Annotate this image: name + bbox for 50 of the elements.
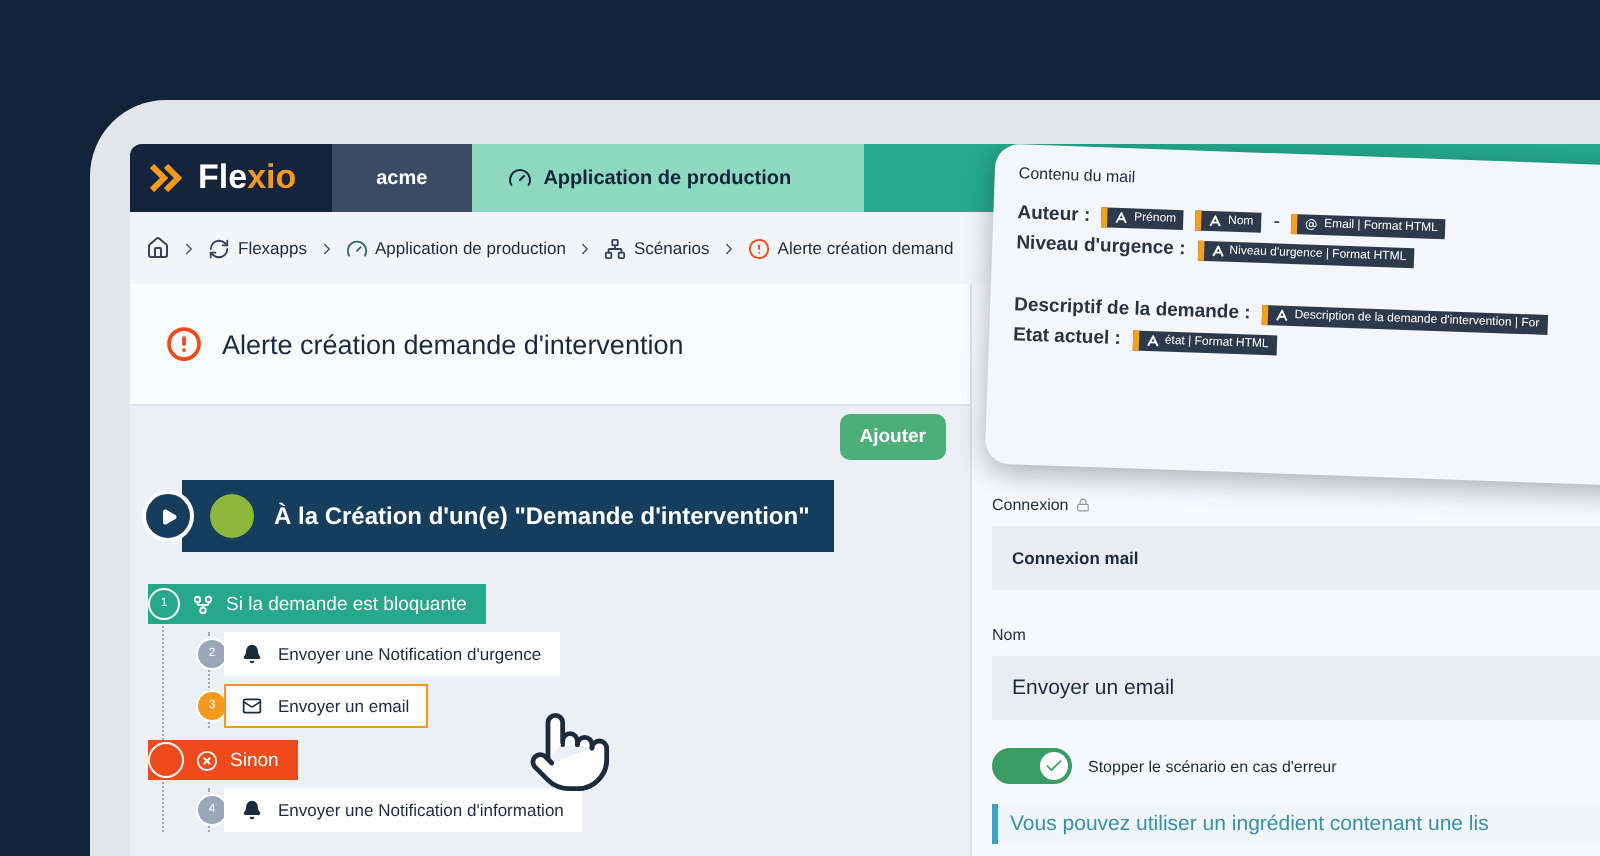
chevron-icon <box>180 239 198 257</box>
check-icon <box>1044 756 1064 776</box>
bell-icon <box>242 800 262 820</box>
toggle-switch[interactable] <box>992 748 1072 784</box>
action-card[interactable]: Envoyer un email <box>224 684 428 728</box>
alert-icon <box>166 326 202 362</box>
page-title: Alerte création demande d'intervention <box>222 329 684 359</box>
gauge-icon <box>345 237 367 259</box>
at-icon <box>1305 217 1319 230</box>
info-note: Vous pouvez utiliser un ingrédient contenant une lis <box>992 804 1600 844</box>
breadcrumb-link[interactable]: Alerte création demand <box>747 237 954 259</box>
play-icon[interactable] <box>142 490 194 542</box>
status-dot <box>210 494 254 538</box>
card-title: Contenu du mail <box>1018 164 1138 191</box>
app-tab[interactable]: Application de production <box>471 144 864 212</box>
breadcrumb-link[interactable]: Scénarios <box>603 237 710 259</box>
line-label: Auteur : <box>1017 202 1091 227</box>
alert-icon <box>747 237 770 259</box>
text-type-icon <box>1146 333 1159 347</box>
dash: - <box>1273 211 1281 234</box>
connection-field[interactable]: Connexion mail <box>992 526 1600 590</box>
mail-icon <box>242 696 262 716</box>
logo: Flexio <box>130 144 333 212</box>
line-label: Etat actuel : <box>1012 324 1122 350</box>
name-field[interactable]: Envoyer un email <box>992 656 1600 720</box>
step-dot <box>148 742 184 778</box>
action-card[interactable]: Envoyer une Notification d'urgence <box>224 632 560 676</box>
text-type-icon <box>1209 214 1223 227</box>
toggle-label: Stopper le scénario en cas d'erreur <box>1088 757 1337 775</box>
text-type-icon <box>1276 308 1289 321</box>
action-card[interactable]: Envoyer une Notification d'information <box>224 788 582 832</box>
text-type-icon <box>1211 244 1224 257</box>
field-label: Connexion <box>992 496 1600 514</box>
breadcrumb-link[interactable]: Application de production <box>345 237 566 259</box>
text-type-icon <box>1115 210 1129 224</box>
line-label: Descriptif de la demande : <box>1013 294 1251 325</box>
gauge-icon <box>507 166 532 190</box>
org-tab[interactable]: acme <box>332 144 472 212</box>
line-label: Niveau d'urgence : <box>1015 232 1186 261</box>
refresh-icon <box>208 237 230 259</box>
breadcrumb-link[interactable]: Flexapps <box>208 237 307 259</box>
else-block[interactable]: Sinon <box>148 740 299 780</box>
home-icon[interactable] <box>146 236 170 260</box>
hierarchy-icon <box>603 237 626 259</box>
logo-icon <box>150 164 186 192</box>
field-label: Nom <box>992 626 1028 644</box>
branch-icon <box>192 593 214 615</box>
trigger-block[interactable]: À la Création d'un(e) "Demande d'intervention" <box>182 480 834 552</box>
cross-icon <box>196 749 218 771</box>
bell-icon <box>242 644 262 664</box>
